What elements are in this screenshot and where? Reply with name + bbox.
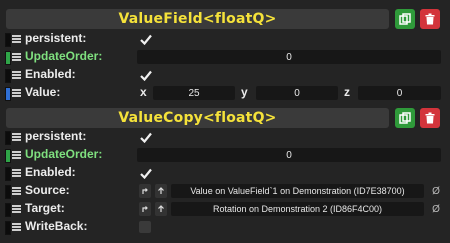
field-label: Enabled: xyxy=(25,67,76,81)
value-x-field[interactable]: 25 xyxy=(153,86,235,100)
persistent-checkbox[interactable] xyxy=(139,32,153,46)
component-title: ValueField<floatQ> xyxy=(118,11,277,27)
field-label: WriteBack: xyxy=(25,219,88,233)
duplicate-icon xyxy=(399,13,411,25)
row-enabled: Enabled: xyxy=(0,164,450,182)
drag-handle-icon[interactable] xyxy=(12,223,21,231)
row-persistent: persistent: xyxy=(0,128,450,146)
arrow-up-button[interactable] xyxy=(155,202,167,216)
field-label: persistent: xyxy=(25,129,87,143)
field-label: UpdateOrder: xyxy=(25,147,103,161)
jump-to-icon xyxy=(142,206,148,212)
enabled-checkbox[interactable] xyxy=(139,166,153,180)
row-source: Source: Value on ValueField`1 on Demonst… xyxy=(0,182,450,200)
duplicate-button[interactable] xyxy=(395,108,415,128)
drag-handle-icon[interactable] xyxy=(12,71,21,79)
checkmark-icon xyxy=(140,168,152,179)
trash-icon xyxy=(425,112,435,124)
y-axis-label: y xyxy=(241,85,248,99)
jump-to-button[interactable] xyxy=(139,184,151,198)
drag-handle-icon[interactable] xyxy=(12,187,21,195)
update-order-field[interactable]: 0 xyxy=(137,148,441,162)
delete-button[interactable] xyxy=(420,108,440,128)
row-persistent: persistent: xyxy=(0,30,450,48)
clear-reference-button[interactable]: Ø xyxy=(430,184,442,198)
connector[interactable] xyxy=(5,221,11,235)
target-reference-field[interactable]: Rotation on Demonstration 2 (ID86F4C00) xyxy=(171,202,424,216)
checkmark-icon xyxy=(140,132,152,143)
drag-handle-icon[interactable] xyxy=(12,133,21,141)
enabled-checkbox[interactable] xyxy=(139,68,153,82)
connector[interactable] xyxy=(5,69,11,83)
row-write-back: WriteBack: xyxy=(0,218,450,236)
connector[interactable] xyxy=(5,149,11,163)
arrow-up-icon xyxy=(158,187,164,194)
component-title: ValueCopy<floatQ> xyxy=(118,110,277,126)
value-y-field[interactable]: 0 xyxy=(256,86,338,100)
row-enabled: Enabled: xyxy=(0,66,450,84)
connector[interactable] xyxy=(5,87,11,101)
clear-reference-button[interactable]: Ø xyxy=(430,202,442,216)
drag-handle-icon[interactable] xyxy=(12,35,21,43)
field-label: persistent: xyxy=(25,31,87,45)
drag-handle-icon[interactable] xyxy=(12,89,21,97)
connector[interactable] xyxy=(5,185,11,199)
component-header[interactable]: ValueCopy<floatQ> xyxy=(6,108,389,128)
arrow-up-button[interactable] xyxy=(155,184,167,198)
drag-handle-icon[interactable] xyxy=(12,53,21,61)
jump-to-icon xyxy=(142,188,148,194)
value-z-field[interactable]: 0 xyxy=(358,86,441,100)
row-update-order: UpdateOrder: 0 xyxy=(0,146,450,164)
write-back-checkbox[interactable] xyxy=(139,221,151,233)
update-order-field[interactable]: 0 xyxy=(137,50,441,64)
component-header[interactable]: ValueField<floatQ> xyxy=(6,9,389,29)
field-label: Value: xyxy=(25,85,61,99)
duplicate-button[interactable] xyxy=(395,9,415,29)
field-label: Enabled: xyxy=(25,165,76,179)
field-label: Target: xyxy=(25,201,65,215)
duplicate-icon xyxy=(399,112,411,124)
delete-button[interactable] xyxy=(420,9,440,29)
jump-to-button[interactable] xyxy=(139,202,151,216)
checkmark-icon xyxy=(140,34,152,45)
arrow-up-icon xyxy=(158,205,164,212)
connector[interactable] xyxy=(5,203,11,217)
source-reference-field[interactable]: Value on ValueField`1 on Demonstration (… xyxy=(171,184,424,198)
drag-handle-icon[interactable] xyxy=(12,205,21,213)
field-label: Source: xyxy=(25,183,70,197)
checkmark-icon xyxy=(140,70,152,81)
x-axis-label: x xyxy=(140,85,147,99)
field-label: UpdateOrder: xyxy=(25,49,103,63)
persistent-checkbox[interactable] xyxy=(139,130,153,144)
row-target: Target: Rotation on Demonstration 2 (ID8… xyxy=(0,200,450,218)
row-update-order: UpdateOrder: 0 xyxy=(0,48,450,66)
connector[interactable] xyxy=(5,167,11,181)
trash-icon xyxy=(425,13,435,25)
connector[interactable] xyxy=(5,51,11,65)
drag-handle-icon[interactable] xyxy=(12,151,21,159)
z-axis-label: z xyxy=(344,85,350,99)
connector[interactable] xyxy=(5,131,11,145)
row-value: Value: x 25 y 0 z 0 xyxy=(0,84,450,102)
connector[interactable] xyxy=(5,33,11,47)
drag-handle-icon[interactable] xyxy=(12,169,21,177)
